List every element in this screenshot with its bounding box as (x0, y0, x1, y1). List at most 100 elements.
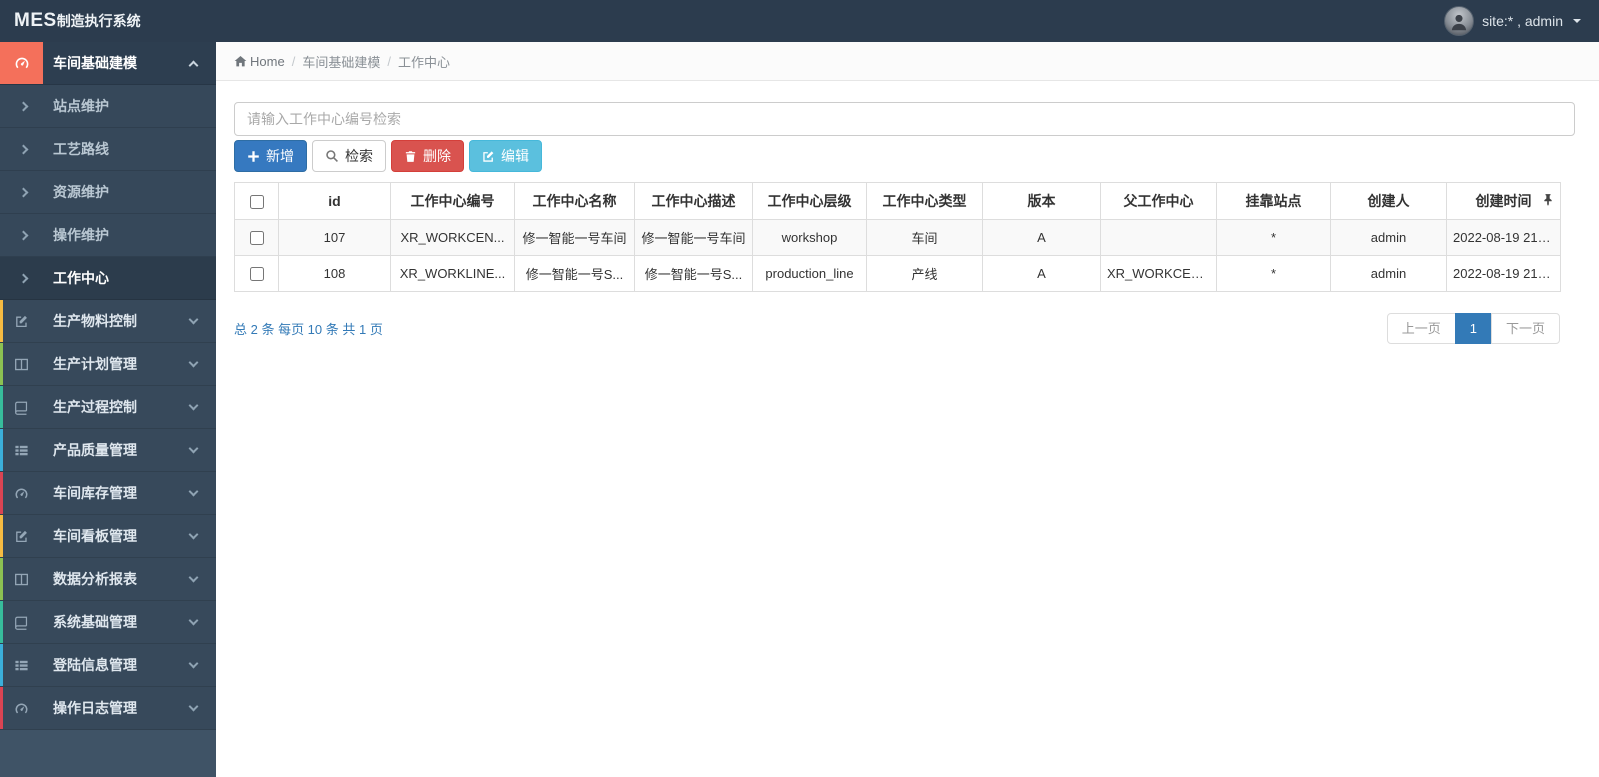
page-1-button[interactable]: 1 (1454, 313, 1492, 344)
next-page-button[interactable]: 下一页 (1490, 313, 1560, 344)
sidebar-item-quality-management[interactable]: 产品质量管理 (0, 429, 216, 472)
accent-strip (0, 601, 3, 643)
accent-strip (0, 687, 3, 729)
sidebar-item-system-management[interactable]: 系统基础管理 (0, 601, 216, 644)
column-header-created[interactable]: 创建时间 (1446, 182, 1561, 220)
column-header-type[interactable]: 工作中心类型 (866, 182, 983, 220)
column-header-version[interactable]: 版本 (982, 182, 1101, 220)
chevron-up-icon (188, 60, 199, 71)
sidebar-item-data-report[interactable]: 数据分析报表 (0, 558, 216, 601)
chevron-down-icon (188, 443, 199, 454)
accent-strip (0, 343, 3, 385)
cell-desc: 修一智能一号车间 (634, 219, 753, 256)
book-icon (0, 386, 43, 428)
app-window: MES制造执行系统 site:* , admin 车间基础建模 站点维护 工艺路… (0, 0, 1599, 777)
prev-page-button[interactable]: 上一页 (1386, 313, 1456, 344)
cell-type: 车间 (866, 219, 983, 256)
user-menu[interactable]: site:* , admin (1444, 6, 1581, 36)
edit-button[interactable]: 编辑 (469, 140, 542, 172)
chevron-down-icon (188, 615, 199, 626)
cell-parent: XR_WORKCEN... (1100, 255, 1217, 292)
cell-level: production_line (752, 255, 867, 292)
column-header-desc[interactable]: 工作中心描述 (634, 182, 753, 220)
sidebar-item-login-info-management[interactable]: 登陆信息管理 (0, 644, 216, 687)
chevron-right-icon (18, 101, 29, 111)
person-icon (1451, 15, 1467, 31)
column-header-station[interactable]: 挂靠站点 (1216, 182, 1331, 220)
breadcrumb-separator: / (291, 53, 296, 69)
select-all-cell (234, 182, 279, 220)
pencil-icon (0, 300, 43, 342)
chevron-down-icon (188, 658, 199, 669)
gauge-icon (0, 687, 43, 729)
column-header-name[interactable]: 工作中心名称 (514, 182, 635, 220)
columns-icon (0, 343, 43, 385)
sidebar-item-material-control[interactable]: 生产物料控制 (0, 300, 216, 343)
breadcrumb-item-workshop-modeling[interactable]: 车间基础建模 (302, 52, 380, 71)
logo-text-rest: 制造执行系统 (56, 13, 141, 29)
breadcrumb: Home / 车间基础建模 / 工作中心 (216, 42, 1599, 81)
sidebar-item-work-center[interactable]: 工作中心 (0, 257, 216, 300)
cell-desc: 修一智能一号S... (634, 255, 753, 292)
accent-strip (0, 300, 3, 342)
table-row[interactable]: 108 XR_WORKLINE... 修一智能一号S... 修一智能一号S...… (234, 255, 1561, 292)
chevron-right-icon (18, 144, 29, 154)
chevron-down-icon (188, 701, 199, 712)
sidebar-item-resource-maintenance[interactable]: 资源维护 (0, 171, 216, 214)
cell-creator: admin (1330, 219, 1447, 256)
columns-icon (0, 558, 43, 600)
delete-button[interactable]: 删除 (391, 140, 464, 172)
sidebar-item-inventory-management[interactable]: 车间库存管理 (0, 472, 216, 515)
cell-id: 107 (278, 219, 391, 256)
sidebar-item-site-maintenance[interactable]: 站点维护 (0, 85, 216, 128)
accent-strip (0, 429, 3, 471)
chevron-right-icon (18, 273, 29, 283)
breadcrumb-separator: / (387, 53, 391, 69)
sidebar-item-kanban-management[interactable]: 车间看板管理 (0, 515, 216, 558)
toolbar: 新增 检索 删除 编辑 (234, 140, 1575, 172)
sidebar-item-production-plan[interactable]: 生产计划管理 (0, 343, 216, 386)
sidebar-footer-area (0, 730, 216, 777)
chevron-right-icon (18, 230, 29, 240)
cell-level: workshop (752, 219, 867, 256)
sidebar-item-operation-log-management[interactable]: 操作日志管理 (0, 687, 216, 730)
sidebar-group-workshop-modeling[interactable]: 车间基础建模 (0, 42, 216, 85)
column-header-code[interactable]: 工作中心编号 (390, 182, 515, 220)
select-all-checkbox[interactable] (249, 195, 264, 210)
plus-icon (247, 150, 260, 163)
cell-name: 修一智能一号S... (514, 255, 635, 292)
pin-icon[interactable] (1543, 193, 1553, 209)
pencil-icon (0, 515, 43, 557)
row-checkbox[interactable] (249, 267, 264, 282)
row-checkbox[interactable] (249, 231, 264, 246)
home-icon (234, 55, 247, 66)
column-header-creator[interactable]: 创建人 (1330, 182, 1447, 220)
user-avatar (1444, 6, 1475, 36)
cell-version: A (982, 219, 1101, 256)
sidebar-item-process-route[interactable]: 工艺路线 (0, 128, 216, 171)
chevron-down-icon (188, 529, 199, 540)
pagination-buttons: 上一页 1 下一页 (1386, 313, 1560, 344)
add-button[interactable]: 新增 (234, 140, 307, 172)
top-navbar: MES制造执行系统 site:* , admin (0, 0, 1599, 42)
breadcrumb-home[interactable]: Home (234, 54, 285, 69)
search-input[interactable] (234, 102, 1575, 136)
gauge-icon (0, 42, 43, 84)
app-logo[interactable]: MES制造执行系统 (14, 10, 141, 32)
caret-down-icon (1573, 19, 1581, 23)
search-button[interactable]: 检索 (312, 140, 386, 172)
column-header-id[interactable]: id (278, 182, 391, 220)
cell-name: 修一智能一号车间 (514, 219, 635, 256)
column-header-parent[interactable]: 父工作中心 (1100, 182, 1217, 220)
breadcrumb-item-work-center[interactable]: 工作中心 (398, 52, 450, 71)
column-header-level[interactable]: 工作中心层级 (752, 182, 867, 220)
cell-code: XR_WORKCEN... (390, 219, 515, 256)
main-area: Home / 车间基础建模 / 工作中心 新增 检索 (216, 42, 1599, 777)
sidebar-item-process-control[interactable]: 生产过程控制 (0, 386, 216, 429)
chevron-down-icon (188, 357, 199, 368)
list-icon (0, 429, 43, 471)
table-row[interactable]: 107 XR_WORKCEN... 修一智能一号车间 修一智能一号车间 work… (234, 219, 1561, 256)
work-center-table: id 工作中心编号 工作中心名称 工作中心描述 工作中心层级 工作中心类型 版本… (234, 182, 1575, 292)
chevron-down-icon (188, 572, 199, 583)
sidebar-item-operation-maintenance[interactable]: 操作维护 (0, 214, 216, 257)
